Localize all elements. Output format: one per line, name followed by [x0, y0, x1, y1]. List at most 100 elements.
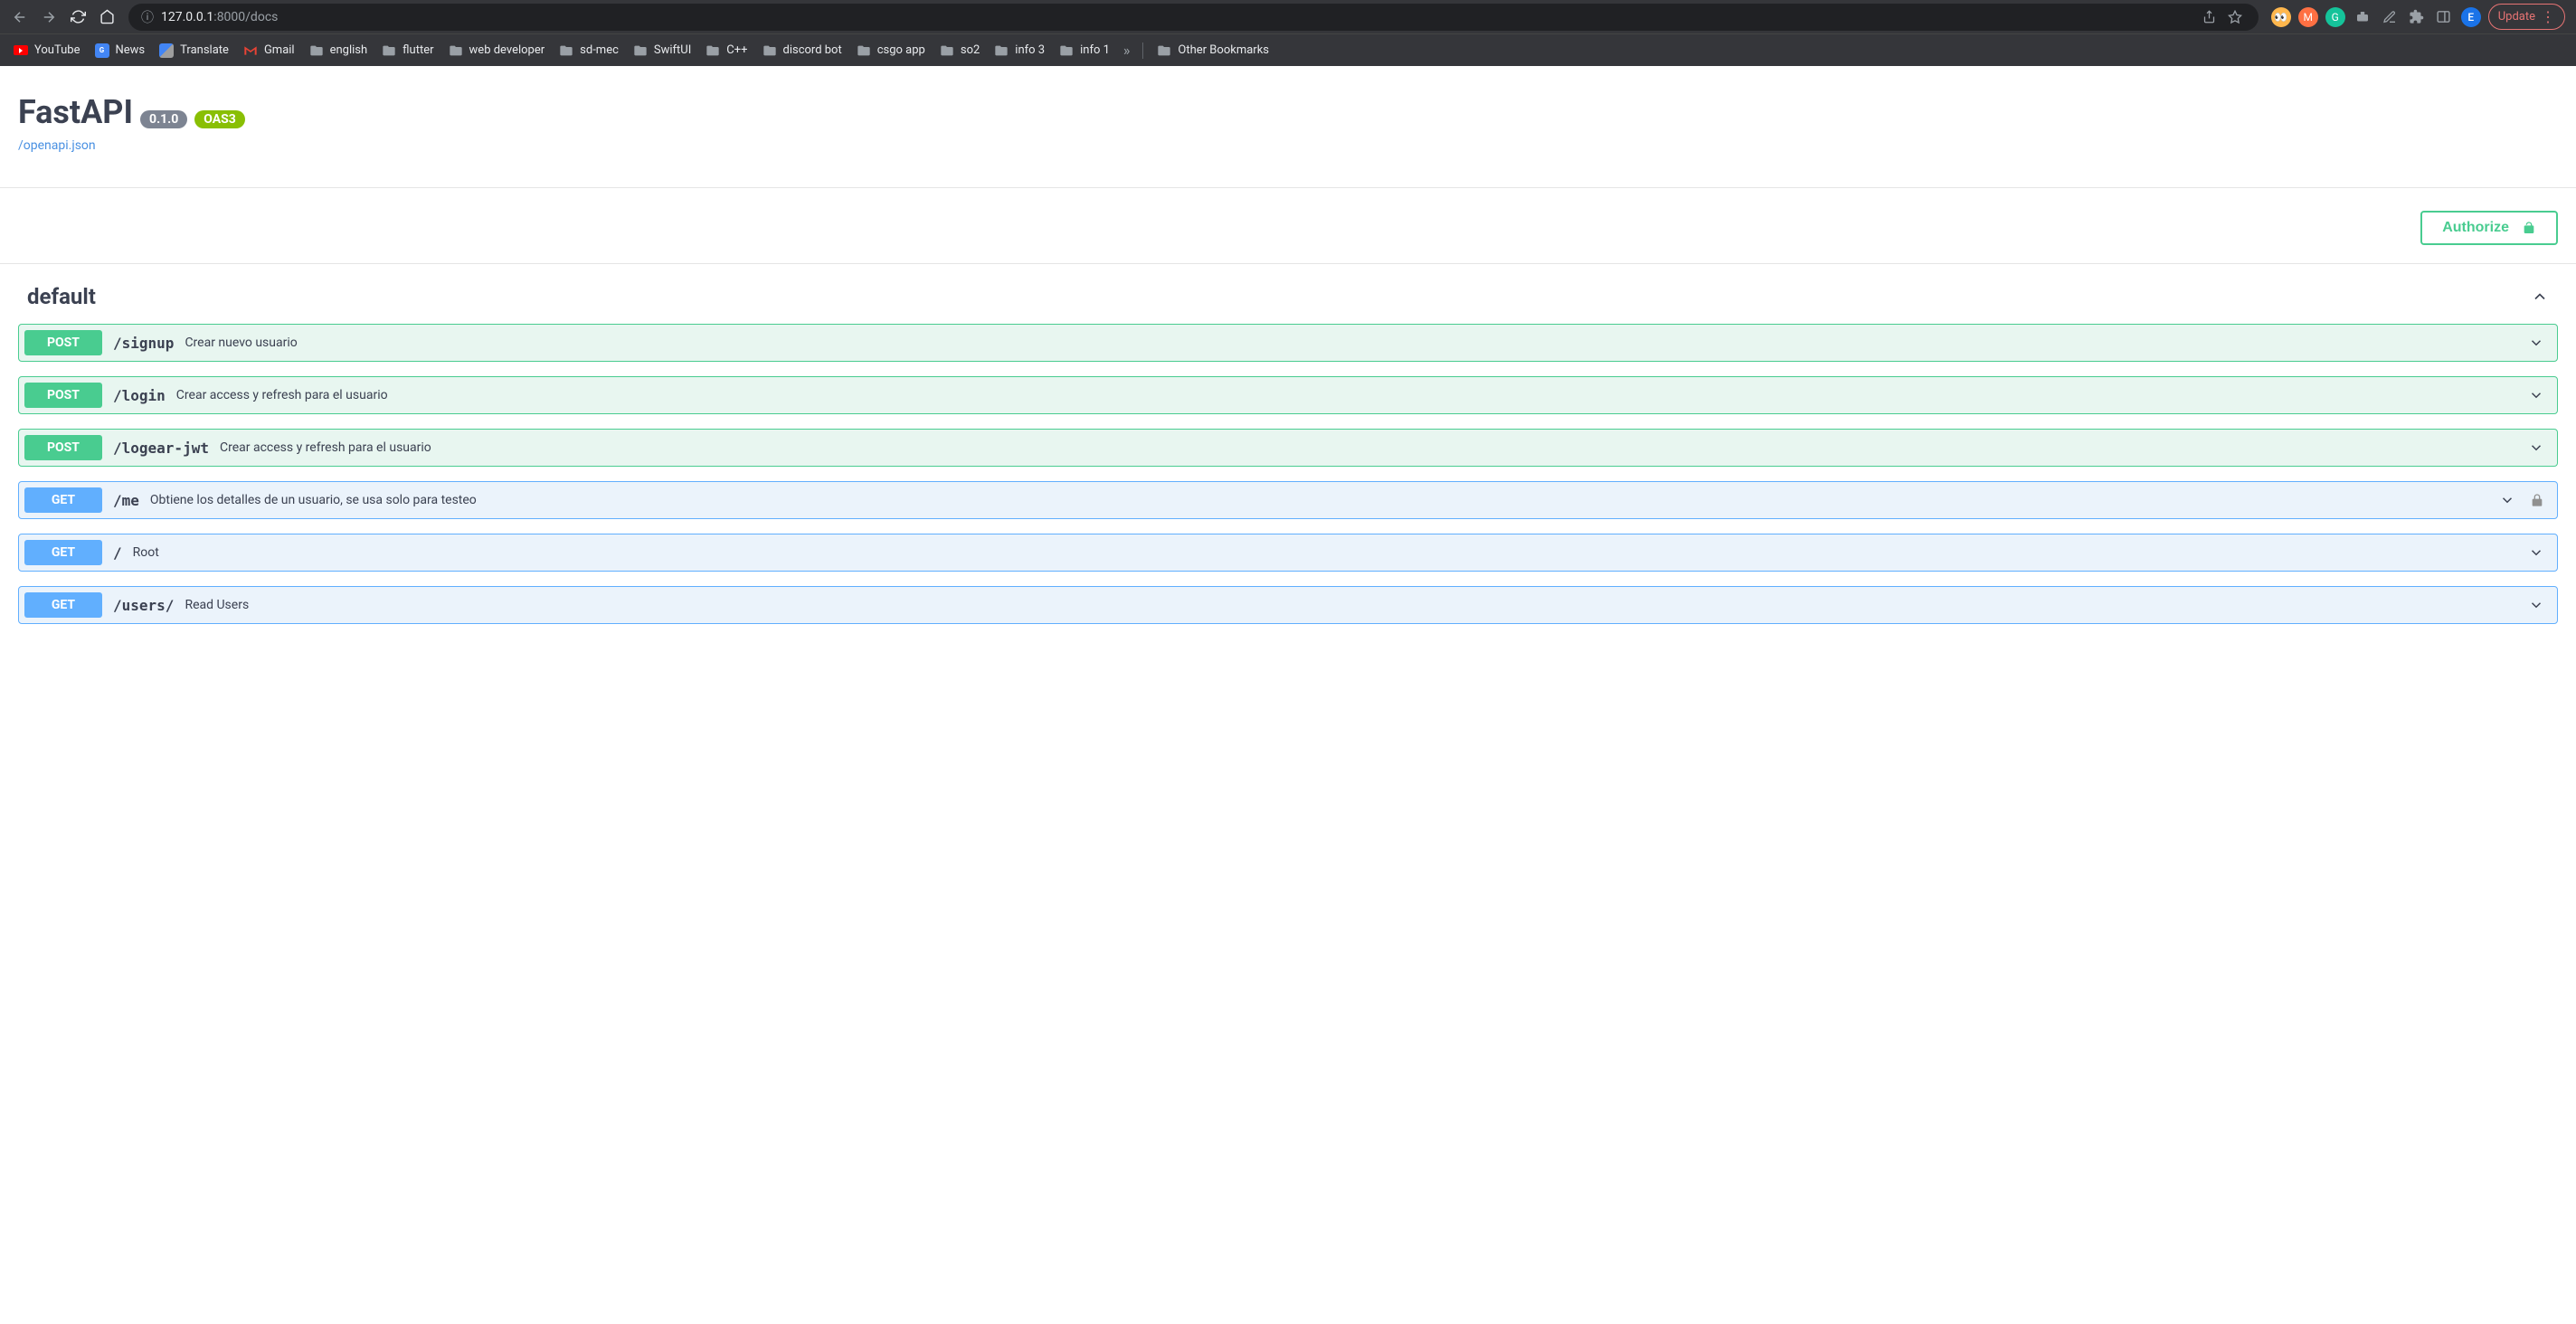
- lock-open-icon: [2522, 221, 2536, 235]
- folder-icon: [940, 43, 954, 58]
- swagger-container: FastAPI 0.1.0 OAS3 /openapi.json Authori…: [0, 66, 2576, 669]
- bookmark-item[interactable]: discord bot: [756, 40, 848, 61]
- endpoint-summary: Crear nuevo usuario: [185, 336, 2528, 350]
- forward-button[interactable]: [36, 5, 62, 30]
- endpoint-path: /users/: [113, 597, 174, 614]
- bookmark-item[interactable]: info 1: [1053, 40, 1116, 61]
- back-button[interactable]: [7, 5, 33, 30]
- operation-block[interactable]: POST/loginCrear access y refresh para el…: [18, 376, 2558, 414]
- authorize-button[interactable]: Authorize: [2420, 211, 2558, 245]
- tag-section-header[interactable]: default: [18, 264, 2558, 324]
- other-bookmarks[interactable]: Other Bookmarks: [1151, 40, 1275, 61]
- separator: [1142, 43, 1143, 59]
- bookmarks-bar: YouTube G News Translate Gmail english flutter…: [0, 33, 2576, 66]
- endpoint-path: /signup: [113, 335, 174, 352]
- side-panel-icon[interactable]: [2434, 7, 2454, 27]
- endpoint-summary: Crear access y refresh para el usuario: [176, 388, 2528, 402]
- profile-avatar[interactable]: E: [2461, 7, 2481, 27]
- bookmark-item[interactable]: flutter: [375, 40, 440, 61]
- chevron-down-icon: [2499, 492, 2515, 508]
- auth-section: Authorize: [18, 188, 2558, 263]
- bookmark-item[interactable]: G News: [89, 40, 152, 61]
- extension-icon[interactable]: G: [2325, 7, 2345, 27]
- folder-icon: [1157, 43, 1171, 58]
- bookmark-label: so2: [961, 43, 980, 57]
- folder-icon: [449, 43, 463, 58]
- operation-block[interactable]: POST/signup Crear nuevo usuario: [18, 324, 2558, 362]
- method-badge: GET: [24, 540, 102, 565]
- bookmark-star-icon[interactable]: [2228, 10, 2246, 24]
- bookmark-label: C++: [726, 43, 747, 57]
- folder-icon: [382, 43, 396, 58]
- update-button[interactable]: Update ⋮: [2488, 4, 2565, 30]
- operation-block[interactable]: GET/Root: [18, 534, 2558, 572]
- extension-icon[interactable]: [2353, 7, 2372, 27]
- chevron-up-icon: [2531, 288, 2549, 306]
- chevron-down-icon: [2528, 544, 2544, 561]
- operations-list: POST/signup Crear nuevo usuario POST/login…: [18, 324, 2558, 642]
- extension-icon[interactable]: 👀: [2271, 7, 2291, 27]
- extensions-icon[interactable]: [2407, 7, 2427, 27]
- url-text: 127.0.0.1:8000/docs: [161, 10, 2195, 24]
- bookmark-item[interactable]: csgo app: [850, 40, 932, 61]
- bookmark-item[interactable]: so2: [933, 40, 986, 61]
- bookmarks-overflow-icon[interactable]: »: [1118, 42, 1136, 59]
- gnews-icon: G: [95, 43, 109, 58]
- bookmark-item[interactable]: YouTube: [7, 40, 87, 61]
- bookmark-label: info 1: [1080, 43, 1110, 57]
- bookmark-item[interactable]: info 3: [988, 40, 1051, 61]
- bookmark-label: flutter: [402, 43, 433, 57]
- folder-icon: [762, 43, 777, 58]
- share-icon[interactable]: [2202, 10, 2221, 24]
- bookmark-label: SwiftUI: [654, 43, 691, 57]
- bookmark-label: web developer: [469, 43, 545, 57]
- bookmark-label: Gmail: [264, 43, 295, 57]
- bookmark-item[interactable]: Gmail: [237, 40, 301, 61]
- method-badge: POST: [24, 330, 102, 355]
- oas-badge: OAS3: [194, 110, 245, 128]
- folder-icon: [1059, 43, 1074, 58]
- youtube-icon: [14, 43, 28, 58]
- lock-icon: [2530, 493, 2544, 507]
- api-title: FastAPI: [18, 93, 133, 131]
- endpoint-summary: Obtiene los detalles de un usuario, se u…: [150, 493, 2499, 507]
- operation-block[interactable]: POST/logear-jwtCrear access y refresh pa…: [18, 429, 2558, 467]
- chevron-down-icon: [2528, 335, 2544, 351]
- bookmark-item[interactable]: Translate: [153, 40, 235, 61]
- bookmark-item[interactable]: sd-mec: [553, 40, 625, 61]
- endpoint-path: /me: [113, 492, 139, 509]
- chevron-down-icon: [2528, 440, 2544, 456]
- bookmark-item[interactable]: SwiftUI: [627, 40, 697, 61]
- chevron-down-icon: [2528, 597, 2544, 613]
- menu-icon[interactable]: ⋮: [2541, 8, 2555, 25]
- bookmark-item[interactable]: web developer: [442, 40, 552, 61]
- method-badge: POST: [24, 435, 102, 460]
- address-bar[interactable]: ⓘ 127.0.0.1:8000/docs: [128, 4, 2259, 31]
- folder-icon: [706, 43, 720, 58]
- endpoint-summary: Crear access y refresh para el usuario: [220, 440, 2528, 455]
- operation-block[interactable]: GET/me Obtiene los detalles de un usuario…: [18, 481, 2558, 519]
- home-button[interactable]: [94, 5, 119, 30]
- folder-icon: [857, 43, 871, 58]
- bookmark-label: YouTube: [34, 43, 80, 57]
- api-header: FastAPI 0.1.0 OAS3: [18, 93, 2558, 131]
- gtranslate-icon: [159, 43, 174, 58]
- extension-icon[interactable]: [2380, 7, 2400, 27]
- bookmark-item[interactable]: C++: [699, 40, 753, 61]
- bookmark-label: info 3: [1015, 43, 1045, 57]
- reload-button[interactable]: [65, 5, 90, 30]
- bookmark-label: News: [116, 43, 146, 57]
- folder-icon: [309, 43, 324, 58]
- operation-block[interactable]: GET/users/Read Users: [18, 586, 2558, 624]
- extension-icon[interactable]: M: [2298, 7, 2318, 27]
- site-info-icon[interactable]: ⓘ: [141, 8, 154, 26]
- tag-name: default: [27, 284, 96, 309]
- method-badge: GET: [24, 487, 102, 513]
- folder-icon: [633, 43, 648, 58]
- bookmark-item[interactable]: english: [303, 40, 374, 61]
- method-badge: GET: [24, 592, 102, 618]
- bookmark-label: Translate: [180, 43, 229, 57]
- openapi-spec-link[interactable]: /openapi.json: [18, 138, 96, 153]
- bookmark-label: csgo app: [877, 43, 925, 57]
- folder-icon: [994, 43, 1009, 58]
